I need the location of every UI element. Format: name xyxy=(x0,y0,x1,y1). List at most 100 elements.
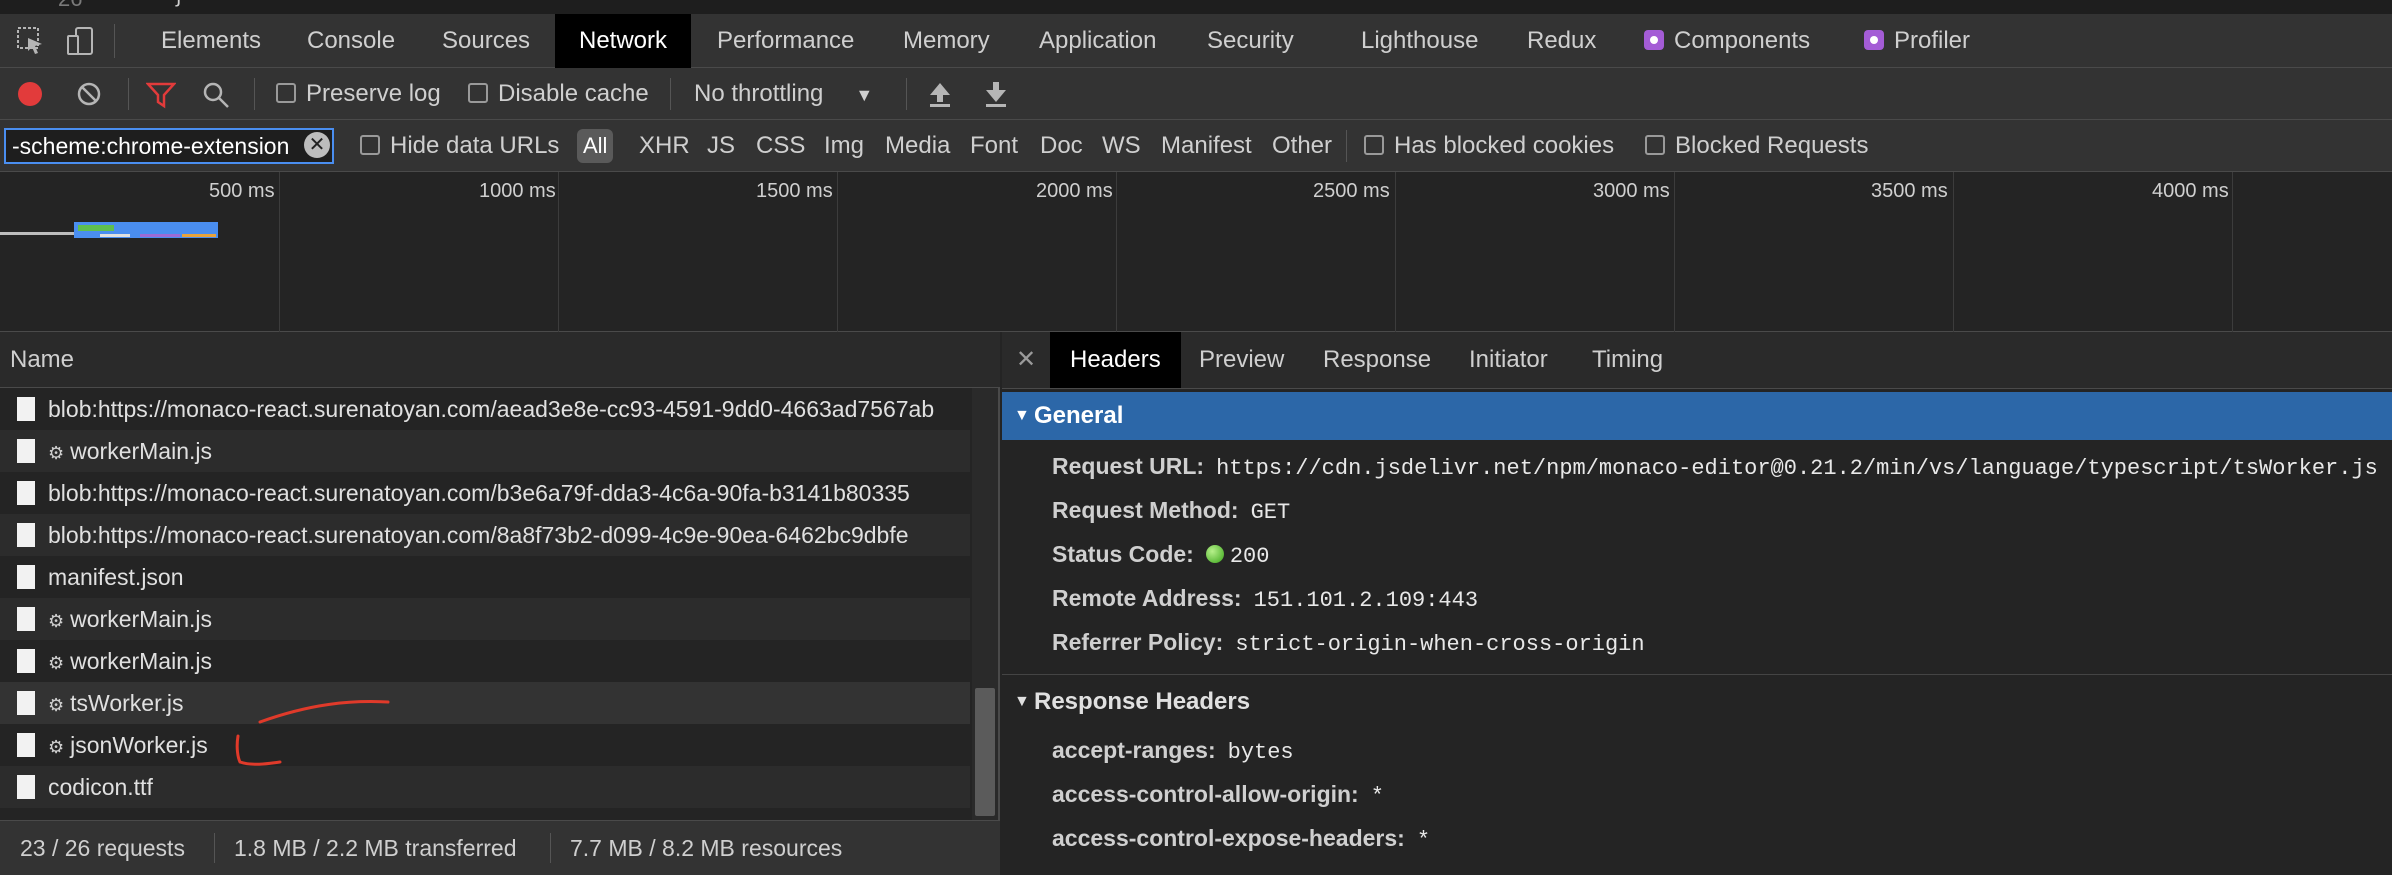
request-row[interactable]: blob:https://monaco-react.surenatoyan.co… xyxy=(0,472,970,514)
tab-performance[interactable]: Performance xyxy=(693,14,878,68)
disable-cache-checkbox[interactable]: Disable cache xyxy=(468,80,649,108)
document-icon xyxy=(17,607,35,631)
tab-memory[interactable]: Memory xyxy=(879,14,1014,68)
editor-remnant: 26 } xyxy=(0,0,2392,14)
tab-components[interactable]: Components xyxy=(1620,14,1834,68)
type-filter-xhr[interactable]: XHR xyxy=(639,120,690,172)
overview-bar xyxy=(0,232,76,235)
tick-label: 1500 ms xyxy=(756,180,833,202)
tick-label: 3000 ms xyxy=(1593,180,1670,202)
react-icon xyxy=(1644,29,1664,50)
network-status-bar: 23 / 26 requests 1.8 MB / 2.2 MB transfe… xyxy=(0,820,1000,875)
network-toolbar: Preserve log Disable cache No throttling… xyxy=(0,68,2392,120)
request-row[interactable]: ⚙ workerMain.js xyxy=(0,598,970,640)
request-method-row: Request Method: GET xyxy=(1052,497,1291,525)
caret-down-icon: ▼ xyxy=(855,85,874,105)
request-row[interactable]: manifest.json xyxy=(0,556,970,598)
type-filter-all[interactable]: All xyxy=(577,129,614,163)
triangle-down-icon: ▼ xyxy=(1014,693,1030,710)
tab-application[interactable]: Application xyxy=(1015,14,1180,68)
inspect-element-icon[interactable] xyxy=(16,26,44,56)
accept-ranges-row: accept-ranges: bytes xyxy=(1052,737,1294,765)
tick-label: 2000 ms xyxy=(1036,180,1113,202)
status-code-row: Status Code: 200 xyxy=(1052,541,1270,569)
overview-bar xyxy=(100,234,130,237)
tab-timing[interactable]: Timing xyxy=(1572,332,1683,388)
resources-size: 7.7 MB / 8.2 MB resources xyxy=(570,835,843,861)
scroll-thumb[interactable] xyxy=(975,688,995,816)
tab-initiator[interactable]: Initiator xyxy=(1449,332,1568,388)
tab-elements[interactable]: Elements xyxy=(137,14,285,68)
request-row[interactable]: ⚙ jsonWorker.js xyxy=(0,724,970,766)
access-control-allow-origin-row: access-control-allow-origin: * xyxy=(1052,781,1384,809)
gear-icon: ⚙ xyxy=(48,737,65,757)
type-filter-img[interactable]: Img xyxy=(824,120,864,172)
has-blocked-cookies-checkbox[interactable]: Has blocked cookies xyxy=(1364,120,1614,172)
device-toolbar-icon[interactable] xyxy=(66,26,96,56)
name-column-header[interactable]: Name xyxy=(0,332,1000,388)
tab-sources[interactable]: Sources xyxy=(418,14,554,68)
type-filter-css[interactable]: CSS xyxy=(756,120,805,172)
document-icon xyxy=(17,691,35,715)
react-icon xyxy=(1864,29,1884,50)
request-row[interactable]: codicon.ttf xyxy=(0,766,970,808)
search-icon[interactable] xyxy=(202,81,230,109)
import-har-icon[interactable] xyxy=(928,80,952,108)
overview-bar xyxy=(182,234,216,237)
request-list-pane: Name blob:https://monaco-react.surenatoy… xyxy=(0,332,1000,875)
tab-security[interactable]: Security xyxy=(1183,14,1318,68)
tick-label: 4000 ms xyxy=(2152,180,2229,202)
tab-headers[interactable]: Headers xyxy=(1050,332,1181,388)
document-icon xyxy=(17,649,35,673)
tab-console[interactable]: Console xyxy=(283,14,419,68)
hide-data-urls-checkbox[interactable]: Hide data URLs xyxy=(360,120,559,172)
tab-preview[interactable]: Preview xyxy=(1179,332,1304,388)
request-row[interactable]: blob:https://monaco-react.surenatoyan.co… xyxy=(0,388,970,430)
request-details-pane: ✕ Headers Preview Response Initiator Tim… xyxy=(1002,332,2392,874)
request-row[interactable]: ⚙ workerMain.js xyxy=(0,640,970,682)
gear-icon: ⚙ xyxy=(48,611,65,631)
filter-input[interactable]: -scheme:chrome-extension xyxy=(4,128,334,164)
clear-icon[interactable] xyxy=(76,81,102,107)
request-count: 23 / 26 requests xyxy=(20,835,185,861)
tab-lighthouse[interactable]: Lighthouse xyxy=(1337,14,1502,68)
type-filter-manifest[interactable]: Manifest xyxy=(1161,120,1252,172)
document-icon xyxy=(17,733,35,757)
clear-filter-icon[interactable]: ✕ xyxy=(304,132,330,158)
annotation-arrow xyxy=(235,700,390,766)
request-list-scrollbar[interactable] xyxy=(972,388,998,820)
preserve-log-checkbox[interactable]: Preserve log xyxy=(276,80,441,108)
line-number: 26 xyxy=(58,0,82,12)
type-filter-js[interactable]: JS xyxy=(707,120,735,172)
type-filter-doc[interactable]: Doc xyxy=(1040,120,1083,172)
tick-label: 3500 ms xyxy=(1871,180,1948,202)
tab-profiler[interactable]: Profiler xyxy=(1840,14,1994,68)
timeline-overview[interactable]: 500 ms 1000 ms 1500 ms 2000 ms 2500 ms 3… xyxy=(0,172,2392,332)
transferred-size: 1.8 MB / 2.2 MB transferred xyxy=(234,835,517,861)
tab-response[interactable]: Response xyxy=(1303,332,1451,388)
request-row[interactable]: blob:https://monaco-react.surenatoyan.co… xyxy=(0,514,970,556)
filter-icon[interactable] xyxy=(146,81,176,109)
details-tab-bar: ✕ Headers Preview Response Initiator Tim… xyxy=(1002,332,2392,389)
request-row-selected[interactable]: ⚙ tsWorker.js xyxy=(0,682,970,724)
gear-icon: ⚙ xyxy=(48,695,65,715)
response-headers-section-header[interactable]: ▼ Response Headers xyxy=(1002,678,2392,726)
type-filter-ws[interactable]: WS xyxy=(1102,120,1141,172)
filter-bar: -scheme:chrome-extension ✕ Hide data URL… xyxy=(0,120,2392,172)
tab-redux[interactable]: Redux xyxy=(1503,14,1620,68)
throttling-select[interactable]: No throttling ▼ xyxy=(694,80,873,108)
export-har-icon[interactable] xyxy=(984,80,1008,108)
close-icon[interactable]: ✕ xyxy=(1016,332,1036,388)
blocked-requests-checkbox[interactable]: Blocked Requests xyxy=(1645,120,1868,172)
document-icon xyxy=(17,775,35,799)
general-section-header[interactable]: ▼ General xyxy=(1002,392,2392,440)
record-icon[interactable] xyxy=(18,82,42,106)
status-ok-icon xyxy=(1205,544,1224,563)
tab-network[interactable]: Network xyxy=(555,14,692,68)
type-filter-font[interactable]: Font xyxy=(970,120,1018,172)
request-row[interactable]: ⚙ workerMain.js xyxy=(0,430,970,472)
tick-label: 500 ms xyxy=(209,180,275,202)
type-filter-other[interactable]: Other xyxy=(1272,120,1332,172)
type-filter-media[interactable]: Media xyxy=(885,120,950,172)
document-icon xyxy=(17,397,35,421)
